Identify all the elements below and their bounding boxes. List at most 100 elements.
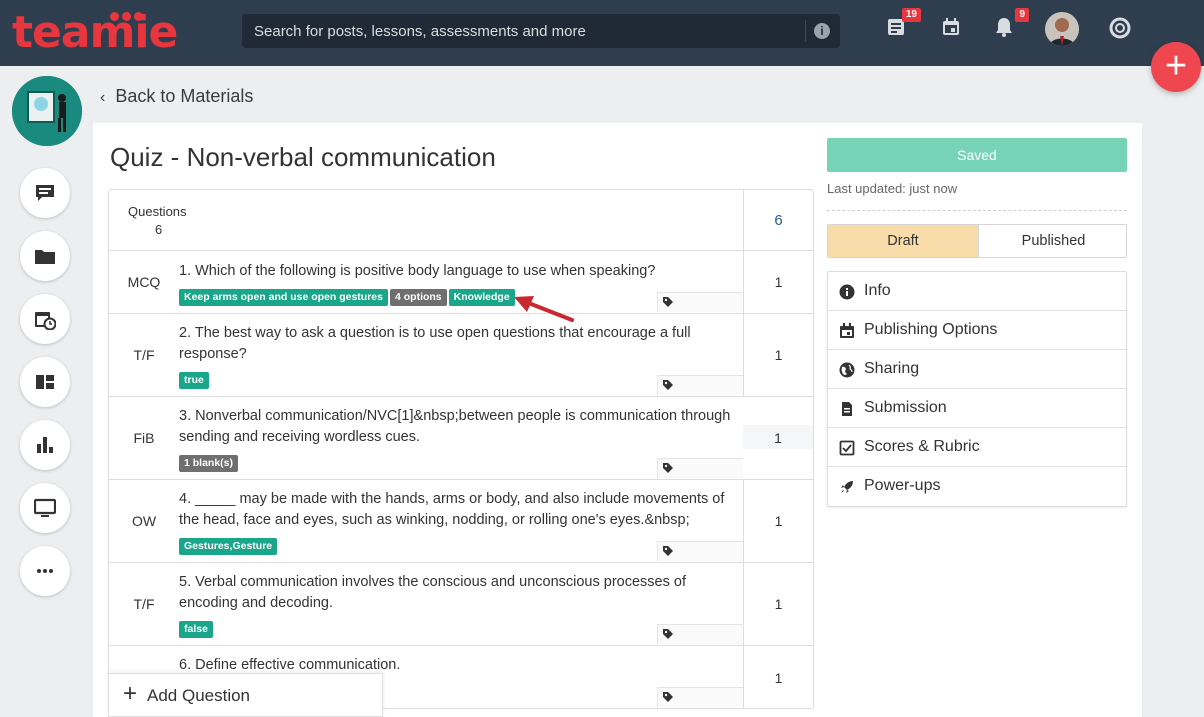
add-question-button[interactable]: + Add Question	[108, 673, 383, 717]
calendar-icon	[840, 323, 854, 338]
divider	[827, 210, 1127, 211]
rail-posts-button[interactable]	[20, 168, 70, 218]
question-tags: 1 blank(s)	[179, 453, 240, 472]
bloom-level-tag: Knowledge	[448, 289, 515, 306]
help-lifebuoy-icon[interactable]	[1108, 16, 1134, 42]
answer-tag: false	[179, 621, 213, 638]
search-input[interactable]	[242, 14, 802, 48]
calendar-icon[interactable]	[940, 16, 966, 42]
plus-icon: +	[123, 680, 138, 707]
question-tags: true	[179, 370, 211, 389]
questions-count: 6	[155, 222, 163, 237]
menu-item-publishing-options[interactable]: Publishing Options	[828, 311, 1126, 350]
menu-item-submission[interactable]: Submission	[828, 389, 1126, 428]
tag-editor-bar[interactable]	[657, 458, 743, 478]
question-row-2[interactable]: T/F 2. The best way to ask a question is…	[109, 314, 813, 397]
chat-icon	[36, 185, 54, 201]
rail-dashboard-button[interactable]	[20, 357, 70, 407]
menu-item-label: Scores & Rubric	[864, 438, 980, 455]
brand-logo[interactable]: teamie	[12, 8, 178, 58]
question-text[interactable]: 5. Verbal communication involves the con…	[179, 572, 744, 614]
info-icon[interactable]: i	[814, 23, 830, 39]
create-fab-button[interactable]: +	[1151, 42, 1201, 92]
search-divider	[805, 20, 806, 42]
question-tags: Gestures,Gesture	[179, 536, 279, 555]
rail-gradebook-button[interactable]	[20, 420, 70, 470]
tag-icon	[663, 546, 673, 556]
document-icon	[842, 402, 852, 416]
menu-item-label: Sharing	[864, 360, 920, 377]
menu-item-scores-rubric[interactable]: Scores & Rubric	[828, 428, 1126, 467]
checkbox-icon	[839, 440, 855, 456]
menu-item-label: Power-ups	[864, 477, 941, 494]
posts-icon[interactable]: 19	[885, 8, 921, 42]
rail-schedule-button[interactable]	[20, 294, 70, 344]
question-type: T/F	[133, 596, 155, 612]
published-toggle[interactable]: Published	[978, 225, 1126, 257]
questions-header-label: Questions	[128, 204, 187, 219]
question-points[interactable]: 1	[743, 646, 813, 708]
tag-editor-bar[interactable]	[657, 375, 743, 395]
bar-chart-icon	[37, 437, 53, 453]
menu-item-sharing[interactable]: Sharing	[828, 350, 1126, 389]
menu-item-info[interactable]: Info	[828, 272, 1126, 311]
course-avatar[interactable]	[12, 76, 82, 146]
notifications-bell-icon[interactable]: 9	[993, 8, 1029, 42]
question-points[interactable]: 1	[743, 314, 813, 396]
question-type: MCQ	[127, 274, 161, 290]
answer-tag: true	[179, 372, 209, 389]
user-avatar[interactable]	[1045, 12, 1079, 46]
back-to-materials-link[interactable]: ‹ Back to Materials	[100, 86, 253, 107]
more-dots-icon	[37, 569, 53, 573]
draft-toggle[interactable]: Draft	[828, 225, 978, 257]
question-text[interactable]: 2. The best way to ask a question is to …	[179, 323, 744, 365]
dashboard-icon	[36, 375, 54, 389]
question-points[interactable]: 1	[743, 480, 813, 562]
tag-icon	[663, 297, 673, 307]
question-points[interactable]: 1	[743, 251, 813, 313]
tag-editor-bar[interactable]	[657, 541, 743, 561]
question-row-4[interactable]: OW 4. _____ may be made with the hands, …	[109, 480, 813, 563]
quiz-title: Quiz - Non-verbal communication	[110, 142, 496, 172]
tag-editor-bar[interactable]	[657, 624, 743, 644]
rail-more-button[interactable]	[20, 546, 70, 596]
answer-tag: Keep arms open and use open gestures	[179, 289, 388, 306]
blanks-tag: 1 blank(s)	[179, 455, 239, 472]
chevron-left-icon: ‹	[100, 89, 106, 106]
tag-editor-bar[interactable]	[657, 292, 743, 312]
top-bar: teamie i 19 9	[0, 0, 1204, 66]
question-text[interactable]: 4. _____ may be made with the hands, arm…	[179, 489, 744, 531]
question-row-3[interactable]: FiB 3. Nonverbal communication/NVC[1]&nb…	[109, 397, 813, 480]
publish-state-toggle: Draft Published	[827, 224, 1127, 258]
menu-item-label: Publishing Options	[864, 321, 998, 338]
question-type: FiB	[133, 430, 155, 446]
logo-dots	[110, 8, 146, 26]
globe-icon	[839, 362, 855, 378]
question-type: OW	[131, 513, 157, 529]
rail-materials-button[interactable]	[20, 231, 70, 281]
total-points: 6	[743, 190, 813, 250]
question-tags: Keep arms open and use open gestures 4 op…	[179, 287, 517, 306]
rail-classroom-button[interactable]	[20, 483, 70, 533]
question-row-5[interactable]: T/F 5. Verbal communication involves the…	[109, 563, 813, 646]
menu-item-label: Submission	[864, 399, 947, 416]
question-points[interactable]: 1	[743, 563, 813, 645]
folder-icon	[35, 250, 55, 264]
annotation-arrow-icon	[514, 296, 574, 322]
question-text[interactable]: 1. Which of the following is positive bo…	[179, 261, 744, 282]
posts-badge: 19	[901, 8, 921, 22]
question-points[interactable]: 1	[743, 397, 813, 479]
notifications-badge: 9	[1015, 8, 1029, 22]
calendar-clock-icon	[35, 312, 56, 330]
add-question-label: Add Question	[147, 686, 251, 705]
monitor-icon	[34, 498, 56, 517]
menu-item-power-ups[interactable]: Power-ups	[828, 467, 1126, 506]
menu-item-label: Info	[864, 282, 891, 299]
settings-menu: Info Publishing Options Sharing Submissi…	[827, 271, 1127, 507]
saved-button[interactable]: Saved	[827, 138, 1127, 172]
question-row-1[interactable]: MCQ 1. Which of the following is positiv…	[109, 251, 813, 314]
tag-editor-bar[interactable]	[657, 687, 743, 707]
rocket-icon	[841, 481, 853, 493]
back-link-label: Back to Materials	[115, 86, 254, 106]
question-text[interactable]: 3. Nonverbal communication/NVC[1]&nbsp;b…	[179, 406, 744, 448]
